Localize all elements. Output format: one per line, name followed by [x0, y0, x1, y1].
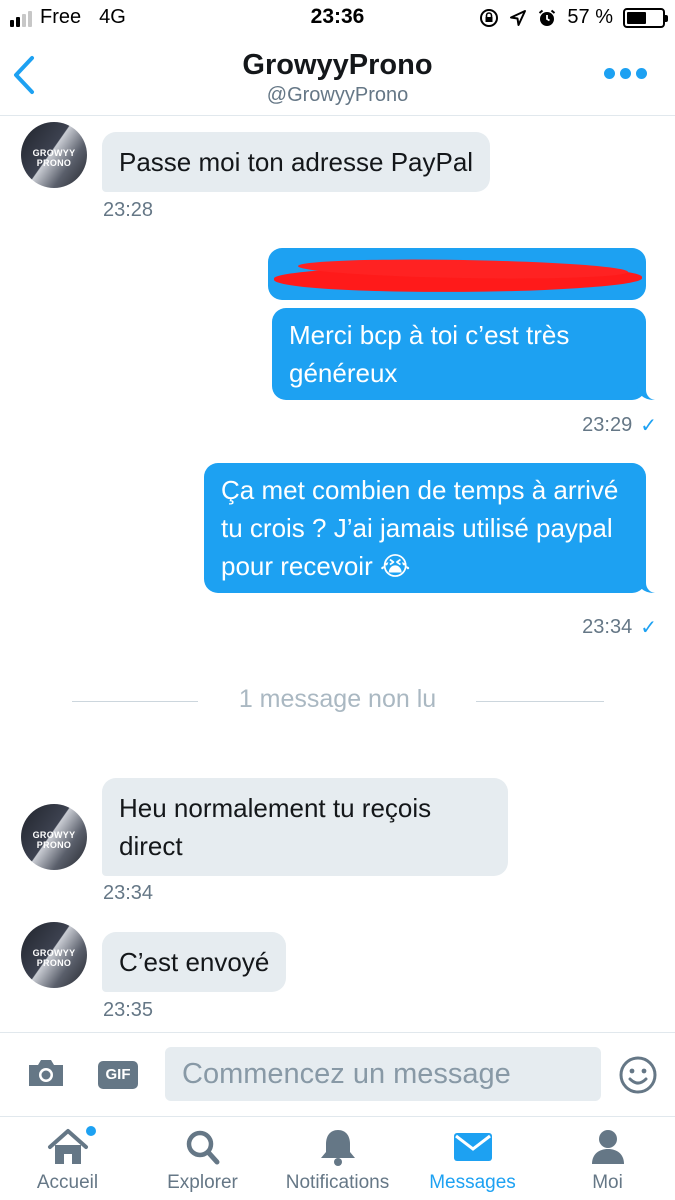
notification-dot [86, 1126, 96, 1136]
avatar[interactable]: GROWYY PRONO [21, 922, 87, 988]
message-time: 23:34 [582, 616, 633, 638]
tab-bar: Accueil Explorer Notifications Messages … [0, 1116, 675, 1200]
message-time-status: 23:34 ✓ [582, 615, 657, 640]
camera-icon [29, 1060, 63, 1086]
envelope-icon [453, 1133, 492, 1161]
camera-button[interactable] [26, 1057, 66, 1089]
avatar-logo-text: GROWYY PRONO [32, 148, 76, 168]
dot [620, 68, 631, 79]
gif-button[interactable]: GIF [98, 1061, 138, 1089]
dot [604, 68, 615, 79]
avatar[interactable]: GROWYY PRONO [21, 122, 87, 188]
message-time-status: 23:29 ✓ [582, 413, 657, 438]
tab-label: Messages [429, 1172, 516, 1193]
battery-percent: 57 % [567, 6, 613, 28]
conversation-header: GrowyyProno @GrowyyProno [0, 38, 675, 116]
bell-icon [320, 1130, 355, 1166]
emoji-button[interactable] [618, 1055, 658, 1095]
tab-messages[interactable]: Messages [405, 1117, 540, 1200]
tab-home[interactable]: Accueil [0, 1117, 135, 1200]
crying-emoji: 😭 [379, 551, 411, 581]
alarm-clock-icon [539, 9, 556, 26]
incoming-message[interactable]: Passe moi ton adresse PayPal [102, 132, 491, 192]
message-time: 23:34 [103, 882, 154, 904]
conversation-title[interactable]: GrowyyProno [0, 49, 675, 82]
home-icon [47, 1129, 88, 1164]
more-options-button[interactable] [604, 68, 647, 79]
read-check-icon: ✓ [640, 617, 657, 639]
redacted-message[interactable] [268, 248, 646, 300]
location-arrow-icon [510, 9, 527, 26]
tab-label: Explorer [167, 1172, 238, 1193]
message-text: Ça met combien de temps à arrivé tu croi… [221, 475, 619, 581]
outgoing-message[interactable]: Ça met combien de temps à arrivé tu croi… [204, 463, 658, 593]
unread-divider: 1 message non lu [0, 683, 675, 719]
read-check-icon: ✓ [640, 415, 657, 437]
orientation-lock-icon [480, 8, 499, 27]
avatar[interactable]: GROWYY PRONO [21, 804, 87, 870]
message-text: Heu normalement tu reçois direct [119, 793, 432, 861]
battery-icon [623, 7, 668, 28]
dot [636, 68, 647, 79]
smiley-icon [619, 1056, 657, 1094]
tab-label: Accueil [36, 1172, 99, 1193]
outgoing-message[interactable]: Merci bcp à toi c’est très généreux [272, 308, 658, 400]
message-text: Merci bcp à toi c’est très généreux [289, 320, 570, 388]
tab-label: Moi [592, 1172, 623, 1193]
tab-label: Notifications [285, 1172, 390, 1193]
status-bar: Free 4G 23:36 57 % [0, 0, 675, 38]
message-text: Passe moi ton adresse PayPal [119, 147, 474, 177]
divider-line [476, 701, 604, 702]
message-time: 23:29 [582, 414, 633, 436]
incoming-message[interactable]: Heu normalement tu reçois direct [102, 778, 508, 876]
tab-explore[interactable]: Explorer [135, 1117, 270, 1200]
message-input[interactable] [165, 1047, 601, 1101]
conversation-handle[interactable]: @GrowyyProno [0, 84, 675, 107]
tab-notifications[interactable]: Notifications [270, 1117, 405, 1200]
avatar-logo-text: GROWYY PRONO [32, 830, 76, 850]
incoming-message[interactable]: C’est envoyé [102, 932, 287, 992]
person-icon [591, 1130, 624, 1164]
message-composer: GIF [0, 1032, 675, 1116]
tab-profile[interactable]: Moi [540, 1117, 675, 1200]
status-right: 57 % [479, 6, 668, 29]
message-time: 23:35 [103, 999, 154, 1021]
message-time: 23:28 [103, 199, 154, 221]
unread-label: 1 message non lu [238, 685, 437, 713]
message-text: C’est envoyé [119, 947, 270, 977]
avatar-logo-text: GROWYY PRONO [32, 948, 76, 968]
search-icon [186, 1130, 219, 1165]
